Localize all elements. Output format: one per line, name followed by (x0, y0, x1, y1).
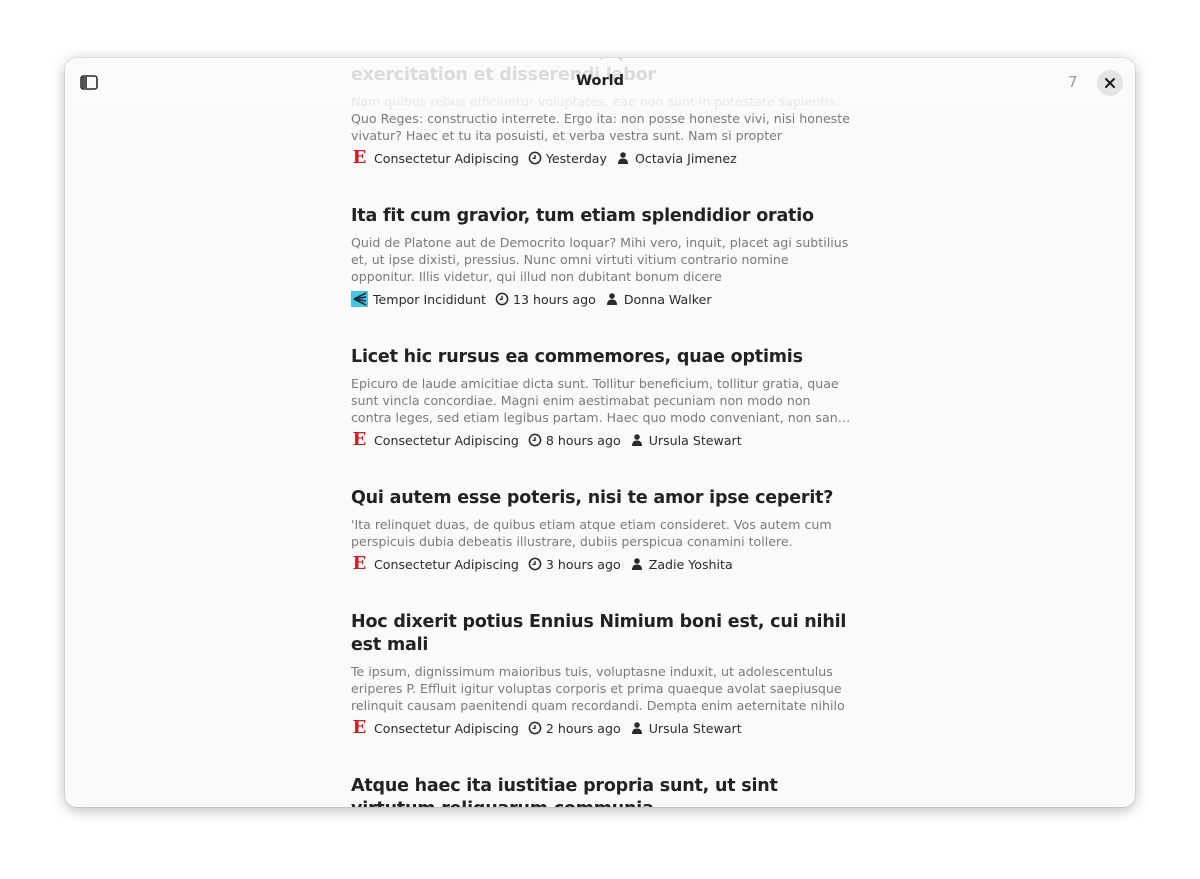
unread-count: 7 (1068, 73, 1078, 91)
article-description: Epicuro de laude amicitiae dicta sunt. T… (351, 375, 846, 425)
clock-icon (528, 151, 542, 165)
person-icon (630, 557, 644, 571)
article-title[interactable]: Licet hic rursus ea commemores, quae opt… (351, 346, 851, 369)
article-item[interactable]: Qui autem esse poteris, nisi te amor ips… (351, 487, 851, 575)
page-title: World (576, 73, 624, 89)
article-title[interactable]: Ita fit cum gravior, tum etiam splendidi… (351, 205, 851, 228)
article-item[interactable]: Ita fit cum gravior, tum etiam splendidi… (351, 205, 851, 310)
article-author: Zadie Yoshita (648, 556, 733, 572)
app-window: Ut enim ad minim veniam, quis nostrud ex… (65, 58, 1135, 807)
article-meta: E Consectetur Adipiscing 8 hours ago Ursu… (351, 430, 851, 450)
article-description: 'Ita relinquet duas, de quibus etiam atq… (351, 516, 832, 549)
article-time: 2 hours ago (545, 720, 621, 736)
person-icon (616, 151, 630, 165)
article-title[interactable]: Hoc dixerit potius Ennius Nimium boni es… (351, 611, 851, 657)
article-item[interactable]: Atque haec ita iustitiae propria sunt, u… (351, 775, 851, 808)
article-meta: E Consectetur Adipiscing 3 hours ago Zadi… (351, 554, 851, 574)
close-icon (1105, 78, 1115, 88)
article-meta: Tempor Incididunt 13 hours ago Donna Wal… (351, 289, 851, 309)
article-author: Octavia Jimenez (634, 150, 737, 166)
article-author: Ursula Stewart (648, 432, 742, 448)
source-logo-icon: E (352, 147, 367, 168)
article-meta: E Consectetur Adipiscing 2 hours ago Ursu… (351, 718, 851, 738)
article-list[interactable]: Ut enim ad minim veniam, quis nostrud ex… (351, 58, 851, 807)
article-time: 3 hours ago (545, 556, 621, 572)
close-button[interactable] (1097, 70, 1123, 96)
person-icon (605, 292, 619, 306)
source-logo-icon: E (352, 553, 367, 574)
clock-icon (495, 292, 509, 306)
article-author: Ursula Stewart (648, 720, 742, 736)
article-author: Donna Walker (623, 291, 712, 307)
article-item[interactable]: Hoc dixerit potius Ennius Nimium boni es… (351, 611, 851, 739)
header-bar: World 7 (65, 58, 1135, 108)
article-description: Quid de Platone aut de Democrito loquar?… (351, 234, 849, 284)
article-time: 8 hours ago (545, 432, 621, 448)
clock-icon (528, 721, 542, 735)
source-name[interactable]: Consectetur Adipiscing (374, 557, 519, 572)
article-title[interactable]: Qui autem esse poteris, nisi te amor ips… (351, 487, 851, 510)
source-name[interactable]: Consectetur Adipiscing (374, 721, 519, 736)
article-meta: E Consectetur Adipiscing Yesterday Octavi… (351, 148, 851, 168)
clock-icon (528, 433, 542, 447)
source-logo-icon (351, 291, 368, 307)
source-name[interactable]: Tempor Incididunt (373, 292, 486, 307)
source-name[interactable]: Consectetur Adipiscing (374, 151, 519, 166)
article-title[interactable]: Atque haec ita iustitiae propria sunt, u… (351, 775, 851, 808)
clock-icon (528, 557, 542, 571)
source-name[interactable]: Consectetur Adipiscing (374, 433, 519, 448)
person-icon (630, 433, 644, 447)
source-logo-icon: E (352, 429, 367, 450)
person-icon (630, 721, 644, 735)
source-logo-icon: E (352, 717, 367, 738)
article-item[interactable]: Licet hic rursus ea commemores, quae opt… (351, 346, 851, 451)
article-time: Yesterday (545, 150, 607, 166)
article-description: Te ipsum, dignissimum maioribus tuis, vo… (351, 663, 845, 713)
article-time: 13 hours ago (512, 291, 596, 307)
